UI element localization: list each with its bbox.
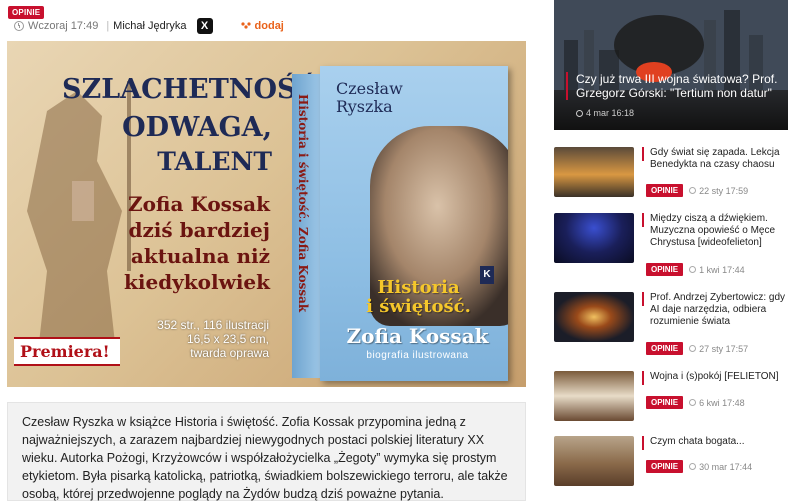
list-item[interactable]: Wojna i (s)pokój [FELIETON] OPINIE 6 kwi… — [554, 371, 788, 421]
add-label: dodaj — [254, 20, 284, 32]
book-specs: 352 str., 116 ilustracji 16,5 x 23,5 cm,… — [157, 318, 269, 360]
article-hero-image: SZLACHETNOŚĆ, ODWAGA, TALENT Zofia Kossa… — [7, 41, 526, 387]
clock-icon — [689, 266, 697, 273]
item-thumbnail[interactable] — [554, 371, 634, 421]
item-thumbnail[interactable] — [554, 147, 634, 197]
hero-tagline-1: Zofia Kossak — [127, 192, 270, 216]
item-date: 30 mar 17:44 — [689, 462, 752, 472]
book-front: Czesław Ryszka K Historia i świętość. Zo… — [320, 66, 508, 381]
wykop-icon — [240, 22, 251, 29]
book-subject: Zofia Kossak — [346, 324, 489, 348]
featured-article[interactable]: Czy już trwa III wojna światowa? Prof. G… — [554, 0, 788, 130]
item-accent — [642, 292, 644, 306]
item-title[interactable]: Wojna i (s)pokój [FELIETON] — [650, 371, 790, 383]
featured-date-text: 4 mar 16:18 — [586, 108, 635, 118]
hero-tagline-4: kiedykolwiek — [124, 270, 270, 294]
item-accent — [642, 436, 644, 450]
item-title[interactable]: Między ciszą a dźwiękiem. Muzyczna opowi… — [650, 213, 790, 249]
book-spine: Historia i świętość. Zofia Kossak — [292, 74, 320, 378]
book-author-first: Czesław — [336, 79, 403, 98]
item-date-text: 22 sty 17:59 — [699, 185, 749, 196]
item-title[interactable]: Czym chata bogata... — [650, 436, 790, 448]
spec-pages: 352 str., 116 ilustracji — [157, 318, 269, 332]
book-author-last: Ryszka — [336, 97, 393, 116]
article-time: Wczoraj 17:49 — [28, 20, 99, 32]
premiere-banner: Premiera! — [14, 337, 120, 366]
book-cover: Historia i świętość. Zofia Kossak Czesła… — [292, 66, 508, 381]
spine-title: Historia i świętość. Zofia Kossak — [296, 94, 310, 313]
item-category-badge[interactable]: OPINIE — [646, 460, 684, 473]
item-date-text: 6 kwi 17:48 — [699, 397, 745, 408]
page: OPINIE Wczoraj 17:49 | Michał Jędryka X … — [0, 0, 792, 501]
spec-binding: twarda oprawa — [190, 346, 269, 360]
list-item[interactable]: Między ciszą a dźwiękiem. Muzyczna opowi… — [554, 213, 790, 276]
item-category-badge[interactable]: OPINIE — [646, 263, 684, 276]
clock-icon — [689, 399, 697, 406]
item-title[interactable]: Gdy świat się zapada. Lekcja Benedykta n… — [650, 147, 790, 171]
x-share-icon[interactable]: X — [196, 18, 213, 34]
item-title[interactable]: Prof. Andrzej Zybertowicz: gdy AI daje n… — [650, 292, 790, 328]
book-title-line-1: Historia — [377, 277, 460, 298]
item-accent — [642, 147, 644, 161]
feature-accent — [566, 72, 568, 100]
clock-icon — [689, 187, 697, 194]
list-item[interactable]: Gdy świat się zapada. Lekcja Benedykta n… — [554, 147, 788, 197]
article-meta: Wczoraj 17:49 | Michał Jędryka X dodaj — [14, 18, 284, 34]
clock-icon — [14, 21, 24, 31]
hero-headline-1: SZLACHETNOŚĆ, — [62, 74, 327, 105]
item-accent — [642, 213, 644, 227]
item-thumbnail[interactable] — [554, 292, 634, 342]
clock-icon — [576, 109, 583, 117]
article-author[interactable]: Michał Jędryka — [113, 20, 186, 32]
item-accent — [642, 371, 644, 385]
item-footer: OPINIE 30 mar 17:44 — [646, 460, 752, 473]
item-thumbnail[interactable] — [554, 213, 634, 263]
item-date: 6 kwi 17:48 — [689, 398, 745, 408]
item-footer: OPINIE 22 sty 17:59 — [646, 184, 748, 197]
article-lead: Czesław Ryszka w książce Historia i świę… — [7, 402, 526, 501]
list-item[interactable]: Prof. Andrzej Zybertowicz: gdy AI daje n… — [554, 292, 790, 355]
item-date: 1 kwi 17:44 — [689, 265, 745, 275]
list-item[interactable]: Czym chata bogata... OPINIE 30 mar 17:44 — [554, 436, 788, 486]
book-subtitle: biografia ilustrowana — [366, 350, 469, 361]
hero-headline-3: TALENT — [157, 147, 272, 176]
item-footer: OPINIE 1 kwi 17:44 — [646, 263, 745, 276]
featured-title[interactable]: Czy już trwa III wojna światowa? Prof. G… — [576, 72, 786, 100]
clock-icon — [689, 463, 697, 470]
hero-headline-2: ODWAGA, — [122, 112, 272, 143]
meta-separator: | — [106, 20, 110, 32]
clock-icon — [689, 345, 697, 352]
item-date: 22 sty 17:59 — [689, 186, 748, 196]
item-date: 27 sty 17:57 — [689, 344, 748, 354]
item-date-text: 1 kwi 17:44 — [699, 264, 745, 275]
featured-date: 4 mar 16:18 — [576, 108, 634, 118]
hero-tagline-3: aktualna niż — [130, 244, 270, 268]
item-thumbnail[interactable] — [554, 436, 634, 486]
book-author: Czesław Ryszka — [336, 80, 403, 116]
spec-size: 16,5 x 23,5 cm, — [186, 332, 269, 346]
item-footer: OPINIE 6 kwi 17:48 — [646, 396, 745, 409]
book-title-line-2: i świętość. — [366, 296, 471, 317]
item-date-text: 30 mar 17:44 — [699, 461, 753, 472]
item-category-badge[interactable]: OPINIE — [646, 396, 684, 409]
item-category-badge[interactable]: OPINIE — [646, 342, 684, 355]
item-category-badge[interactable]: OPINIE — [646, 184, 684, 197]
book-title: Historia i świętość. — [336, 278, 501, 316]
add-link[interactable]: dodaj — [240, 20, 284, 32]
item-date-text: 27 sty 17:57 — [699, 343, 749, 354]
item-footer: OPINIE 27 sty 17:57 — [646, 342, 748, 355]
hero-tagline-2: dziś bardziej — [128, 218, 270, 242]
